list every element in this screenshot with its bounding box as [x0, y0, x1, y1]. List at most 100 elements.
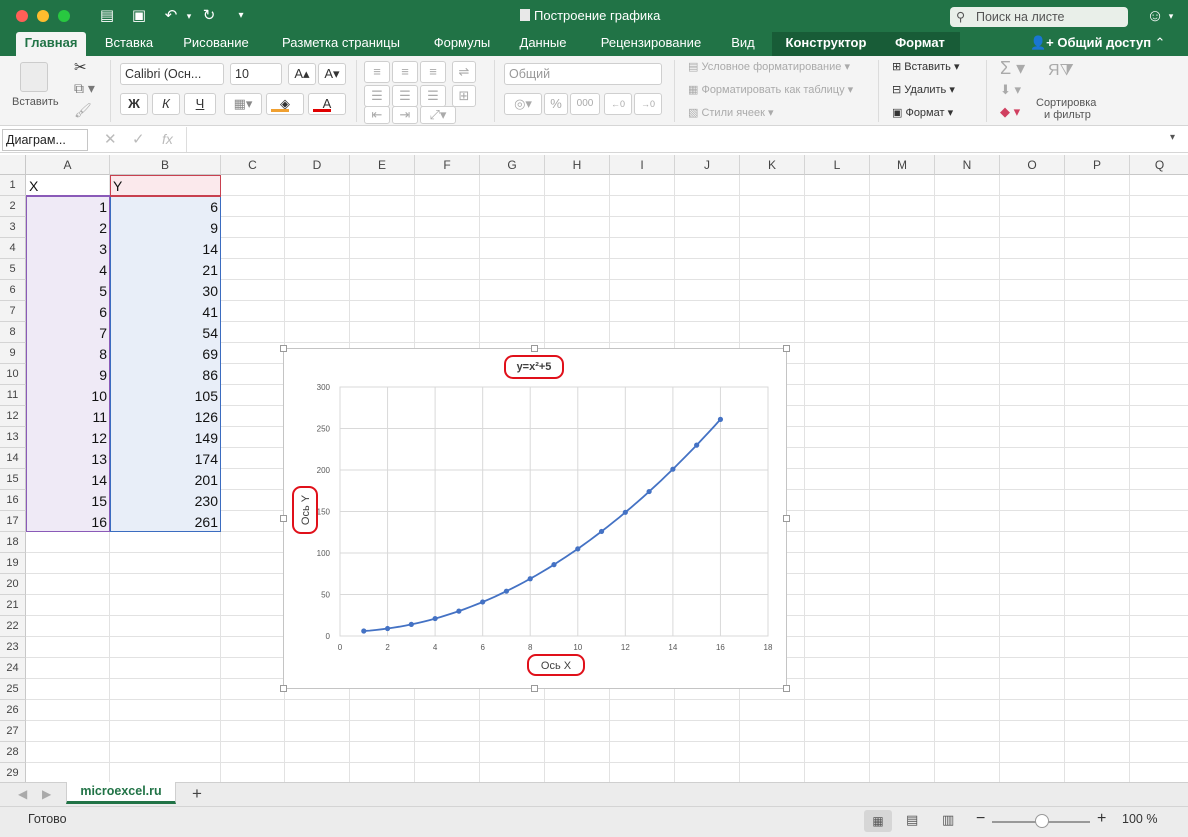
row-header-10[interactable]: 10	[0, 364, 26, 385]
zoom-window-button[interactable]	[58, 10, 70, 22]
cell-a4[interactable]: 3	[26, 238, 110, 259]
column-header-n[interactable]: N	[935, 155, 1000, 175]
page-break-view-icon[interactable]: ▥	[942, 812, 954, 828]
function-icon[interactable]: fx	[162, 131, 173, 147]
column-header-c[interactable]: C	[221, 155, 285, 175]
expand-formula-bar-icon[interactable]: ▾	[1170, 132, 1175, 143]
resize-handle-sw[interactable]	[280, 685, 287, 692]
cell-a13[interactable]: 12	[26, 427, 110, 448]
cell-a14[interactable]: 13	[26, 448, 110, 469]
zoom-level[interactable]: 100 %	[1122, 812, 1157, 826]
thousands-button[interactable]: 000	[570, 93, 600, 115]
wrap-text-button[interactable]: ⇌	[452, 61, 476, 83]
row-header-29[interactable]: 29	[0, 763, 26, 782]
decrease-font-size-button[interactable]: A▾	[318, 63, 346, 85]
resize-handle-n[interactable]	[531, 345, 538, 352]
insert-cells-button[interactable]: ⊞ Вставить ▾	[892, 60, 960, 73]
resize-handle-e[interactable]	[783, 515, 790, 522]
delete-cells-button[interactable]: ⊟ Удалить ▾	[892, 83, 955, 96]
row-header-19[interactable]: 19	[0, 553, 26, 574]
row-header-6[interactable]: 6	[0, 280, 26, 301]
cell-a11[interactable]: 10	[26, 385, 110, 406]
percent-button[interactable]: %	[544, 93, 568, 115]
format-as-table-button[interactable]: ▦ Форматировать как таблицу ▾	[688, 83, 853, 96]
row-header-7[interactable]: 7	[0, 301, 26, 322]
tab-home[interactable]: Главная	[16, 32, 86, 56]
column-header-p[interactable]: P	[1065, 155, 1130, 175]
row-header-16[interactable]: 16	[0, 490, 26, 511]
resize-handle-nw[interactable]	[280, 345, 287, 352]
row-header-8[interactable]: 8	[0, 322, 26, 343]
minimize-window-button[interactable]	[37, 10, 49, 22]
font-name-select[interactable]: Calibri (Осн...	[120, 63, 224, 85]
resize-handle-w[interactable]	[280, 515, 287, 522]
cell-b2[interactable]: 6	[110, 196, 221, 217]
row-header-23[interactable]: 23	[0, 637, 26, 658]
cell-b1[interactable]: Y	[110, 175, 221, 196]
column-header-l[interactable]: L	[805, 155, 870, 175]
font-color-button[interactable]: A	[308, 93, 346, 115]
cell-b16[interactable]: 230	[110, 490, 221, 511]
normal-view-button[interactable]: ▦	[864, 810, 892, 832]
confirm-formula-icon[interactable]: ✓	[132, 130, 145, 148]
column-header-e[interactable]: E	[350, 155, 415, 175]
tab-chart-format[interactable]: Формат	[886, 32, 954, 56]
tab-chart-design[interactable]: Конструктор	[778, 32, 874, 56]
close-window-button[interactable]	[16, 10, 28, 22]
cell-a17[interactable]: 16	[26, 511, 110, 532]
cell-b17[interactable]: 261	[110, 511, 221, 532]
tab-formulas[interactable]: Формулы	[424, 32, 500, 56]
tab-view[interactable]: Вид	[724, 32, 762, 56]
formula-input[interactable]	[186, 127, 1166, 152]
cell-a3[interactable]: 2	[26, 217, 110, 238]
row-header-3[interactable]: 3	[0, 217, 26, 238]
autosum-icon[interactable]: Σ ▾	[1000, 58, 1025, 79]
add-sheet-button[interactable]: +	[192, 784, 202, 804]
row-header-17[interactable]: 17	[0, 511, 26, 532]
prev-sheet-icon[interactable]: ◀	[18, 787, 27, 801]
cell-a6[interactable]: 5	[26, 280, 110, 301]
cell-a9[interactable]: 8	[26, 343, 110, 364]
column-header-h[interactable]: H	[545, 155, 610, 175]
cell-b14[interactable]: 174	[110, 448, 221, 469]
resize-handle-ne[interactable]	[783, 345, 790, 352]
decrease-indent-button[interactable]: ⇤	[364, 106, 390, 124]
row-header-26[interactable]: 26	[0, 700, 26, 721]
cell-b8[interactable]: 54	[110, 322, 221, 343]
row-header-20[interactable]: 20	[0, 574, 26, 595]
underline-button[interactable]: Ч	[184, 93, 216, 115]
sidebar-icon[interactable]: ▤	[96, 6, 118, 26]
increase-font-size-button[interactable]: A▴	[288, 63, 316, 85]
row-header-14[interactable]: 14	[0, 448, 26, 469]
tab-page-layout[interactable]: Разметка страницы	[270, 32, 412, 56]
customize-toolbar-icon[interactable]: ▾	[230, 6, 252, 26]
align-left-button[interactable]: ☰	[364, 85, 390, 107]
merge-button[interactable]: ⊞	[452, 85, 476, 107]
align-middle-button[interactable]: ≡	[392, 61, 418, 83]
row-header-1[interactable]: 1	[0, 175, 26, 196]
clear-icon[interactable]: ◆ ▾	[1000, 104, 1020, 120]
row-header-4[interactable]: 4	[0, 238, 26, 259]
save-icon[interactable]: ▣	[128, 6, 150, 26]
column-header-a[interactable]: A	[26, 155, 110, 175]
font-size-select[interactable]: 10	[230, 63, 282, 85]
chart-area[interactable]: 0 50 100 150 200 250 300 0 2 4 6 8 10 12 14 16 18 y=x²+5 О…	[283, 348, 787, 689]
cell-b13[interactable]: 149	[110, 427, 221, 448]
currency-button[interactable]: ◎▾	[504, 93, 542, 115]
align-right-button[interactable]: ☰	[420, 85, 446, 107]
tab-insert[interactable]: Вставка	[96, 32, 162, 56]
row-header-27[interactable]: 27	[0, 721, 26, 742]
row-header-15[interactable]: 15	[0, 469, 26, 490]
decrease-decimal-button[interactable]: →0	[634, 93, 662, 115]
cell-b10[interactable]: 86	[110, 364, 221, 385]
cell-b11[interactable]: 105	[110, 385, 221, 406]
redo-icon[interactable]: ↻	[198, 6, 220, 26]
row-header-5[interactable]: 5	[0, 259, 26, 280]
column-header-q[interactable]: Q	[1130, 155, 1188, 175]
column-header-m[interactable]: M	[870, 155, 935, 175]
fill-color-button[interactable]: ◈	[266, 93, 304, 115]
copy-icon[interactable]: ⧉ ▾	[74, 80, 95, 97]
account-dropdown-icon[interactable]: ▾	[1160, 6, 1182, 26]
align-top-button[interactable]: ≡	[364, 61, 390, 83]
fill-icon[interactable]: ⬇ ▾	[1000, 82, 1021, 98]
